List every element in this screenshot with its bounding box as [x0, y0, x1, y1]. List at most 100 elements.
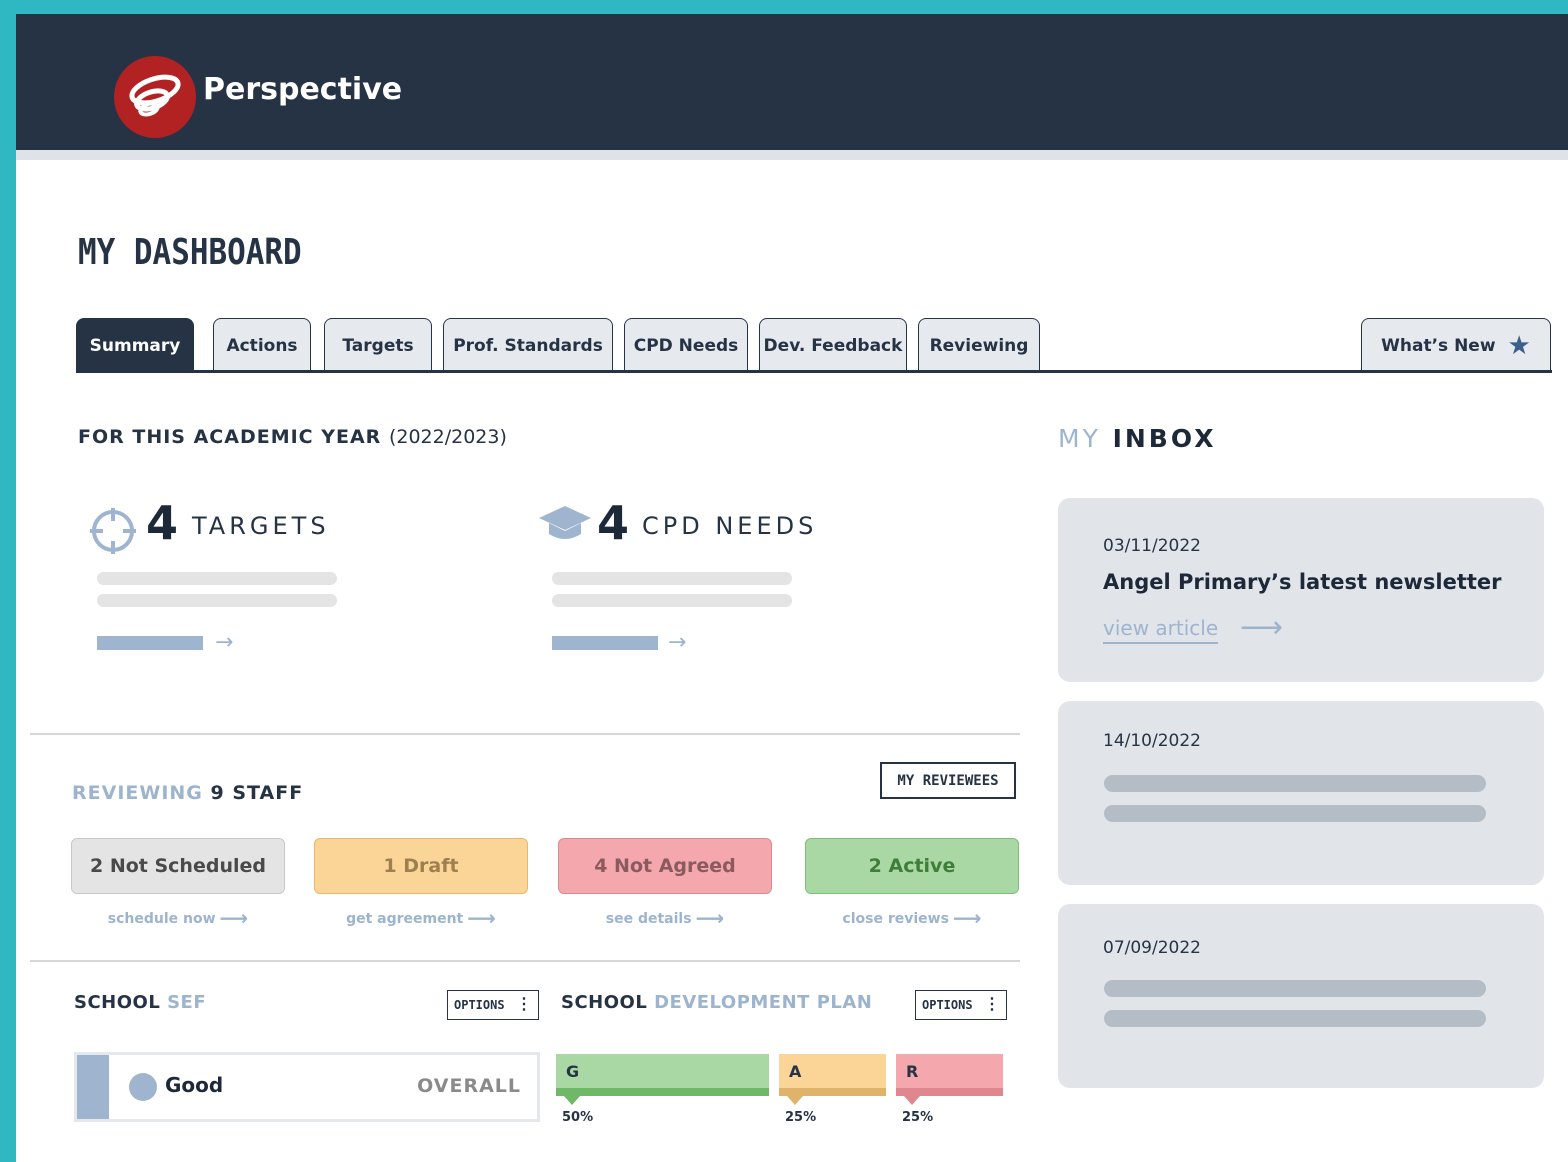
view-article-link[interactable]: view article — [1103, 616, 1219, 644]
perspective-logo-icon[interactable] — [114, 56, 196, 138]
status-draft[interactable]: 1 Draft — [314, 838, 528, 894]
crosshair-icon — [90, 508, 136, 558]
pointer-icon — [564, 1096, 580, 1105]
schedule-now-label: schedule now — [107, 911, 216, 927]
sdp-segment-letter: G — [566, 1062, 580, 1081]
tab-targets[interactable]: Targets — [324, 318, 432, 372]
arrow-right-icon: ⟶ — [219, 906, 249, 930]
reviewing-count: 9 STAFF — [210, 782, 304, 804]
arrow-right-icon: → — [215, 630, 234, 655]
sdp-heading-b: DEVELOPMENT PLAN — [654, 992, 873, 1013]
academic-year-label: FOR THIS ACADEMIC YEAR — [78, 426, 382, 448]
graduation-cap-icon — [538, 504, 592, 548]
sdp-segment-percent: 25% — [902, 1110, 934, 1125]
pointer-icon — [904, 1096, 920, 1105]
status-not-scheduled[interactable]: 2 Not Scheduled — [71, 838, 285, 894]
see-details-link[interactable]: see details ⟶ — [558, 906, 772, 930]
inbox-message[interactable]: 03/11/2022 Angel Primary’s latest newsle… — [1058, 498, 1544, 682]
sdp-segment-g[interactable]: G — [556, 1054, 769, 1105]
arrow-right-icon: ⟶ — [952, 906, 982, 930]
arrow-right-icon: ⟶ — [467, 906, 496, 930]
sdp-heading: SCHOOL DEVELOPMENT PLAN — [561, 992, 872, 1013]
sef-rating-strip — [77, 1055, 109, 1119]
sdp-options-button[interactable]: OPTIONS ⋮ — [915, 990, 1007, 1020]
academic-year-heading: FOR THIS ACADEMIC YEAR (2022/2023) — [78, 426, 507, 448]
sef-options-label: OPTIONS — [454, 998, 505, 1012]
app-frame: Perspective MY DASHBOARD Summary Actions… — [16, 14, 1568, 1162]
status-active[interactable]: 2 Active — [805, 838, 1019, 894]
sdp-segment-letter: A — [789, 1062, 802, 1081]
brand-name: Perspective — [203, 72, 403, 107]
top-bar: Perspective — [16, 14, 1568, 160]
get-agreement-link[interactable]: get agreement ⟶ — [314, 906, 528, 930]
sdp-segment-letter: R — [906, 1062, 919, 1081]
school-sef-heading-b: SEF — [167, 992, 207, 1013]
arrow-right-icon: ⟶ — [1240, 610, 1284, 645]
inbox-message[interactable]: 14/10/2022 — [1058, 701, 1544, 885]
sdp-options-label: OPTIONS — [922, 998, 973, 1012]
targets-link-placeholder[interactable] — [97, 636, 203, 650]
section-divider — [30, 733, 1020, 735]
targets-count: 4 — [146, 496, 179, 550]
pointer-icon — [787, 1096, 803, 1105]
sef-overall-card[interactable]: Good OVERALL — [74, 1052, 540, 1122]
inbox-heading-b: INBOX — [1112, 424, 1217, 453]
message-date: 03/11/2022 — [1103, 536, 1201, 556]
arrow-right-icon: ⟶ — [695, 906, 725, 930]
sdp-heading-a: SCHOOL — [561, 992, 648, 1013]
message-date: 14/10/2022 — [1103, 731, 1201, 751]
placeholder-line — [97, 594, 337, 607]
get-agreement-label: get agreement — [346, 911, 464, 927]
school-sef-heading-a: SCHOOL — [74, 992, 161, 1013]
arrow-right-icon: → — [668, 630, 687, 655]
sdp-segment-r[interactable]: R — [896, 1054, 1003, 1105]
schedule-now-link[interactable]: schedule now ⟶ — [71, 906, 285, 930]
tab-summary[interactable]: Summary — [76, 318, 194, 372]
whats-new-button[interactable]: What’s New ★ — [1361, 318, 1551, 372]
placeholder-line — [552, 594, 792, 607]
placeholder-line — [1104, 1010, 1486, 1027]
placeholder-line — [1104, 805, 1486, 822]
my-reviewees-button[interactable]: MY REVIEWEES — [880, 762, 1016, 799]
page-title: MY DASHBOARD — [78, 232, 302, 273]
placeholder-line — [552, 572, 792, 585]
tab-prof-standards[interactable]: Prof. Standards — [443, 318, 613, 372]
tab-actions[interactable]: Actions — [213, 318, 311, 372]
cpd-link-placeholder[interactable] — [552, 636, 658, 650]
cpd-count: 4 — [597, 496, 630, 550]
message-title: Angel Primary’s latest newsletter — [1103, 570, 1502, 594]
reviewing-prefix: REVIEWING — [72, 782, 203, 804]
status-not-agreed[interactable]: 4 Not Agreed — [558, 838, 772, 894]
inbox-heading-a: MY — [1058, 424, 1101, 453]
more-vertical-icon: ⋮ — [984, 994, 1000, 1013]
whats-new-label: What’s New — [1381, 335, 1496, 356]
sef-rating: Good — [165, 1073, 224, 1097]
sdp-segment-underline — [779, 1088, 886, 1096]
tab-reviewing[interactable]: Reviewing — [918, 318, 1040, 372]
see-details-label: see details — [605, 911, 692, 927]
close-reviews-link[interactable]: close reviews ⟶ — [805, 906, 1019, 930]
inbox-heading: MY INBOX — [1058, 424, 1216, 453]
tabs-baseline — [76, 370, 1552, 373]
tab-dev-feedback[interactable]: Dev. Feedback — [759, 318, 907, 372]
placeholder-line — [1104, 775, 1486, 792]
sdp-segment-underline — [896, 1088, 1003, 1096]
sdp-segment-a[interactable]: A — [779, 1054, 886, 1105]
sdp-segment-percent: 25% — [785, 1110, 817, 1125]
rating-dot-icon — [129, 1073, 157, 1101]
star-icon: ★ — [1507, 330, 1531, 361]
close-reviews-label: close reviews — [842, 911, 949, 927]
targets-label: TARGETS — [192, 512, 330, 540]
reviewing-heading: REVIEWING 9 STAFF — [72, 782, 303, 804]
sef-options-button[interactable]: OPTIONS ⋮ — [447, 990, 539, 1020]
academic-year-range: (2022/2023) — [388, 426, 507, 448]
tab-cpd-needs[interactable]: CPD Needs — [624, 318, 748, 372]
sdp-segment-underline — [556, 1088, 769, 1096]
sef-overall-label: OVERALL — [417, 1075, 521, 1097]
placeholder-line — [97, 572, 337, 585]
inbox-message[interactable]: 07/09/2022 — [1058, 904, 1544, 1088]
placeholder-line — [1104, 980, 1486, 997]
section-divider — [30, 960, 1020, 962]
message-date: 07/09/2022 — [1103, 938, 1201, 958]
school-sef-heading: SCHOOL SEF — [74, 992, 206, 1013]
